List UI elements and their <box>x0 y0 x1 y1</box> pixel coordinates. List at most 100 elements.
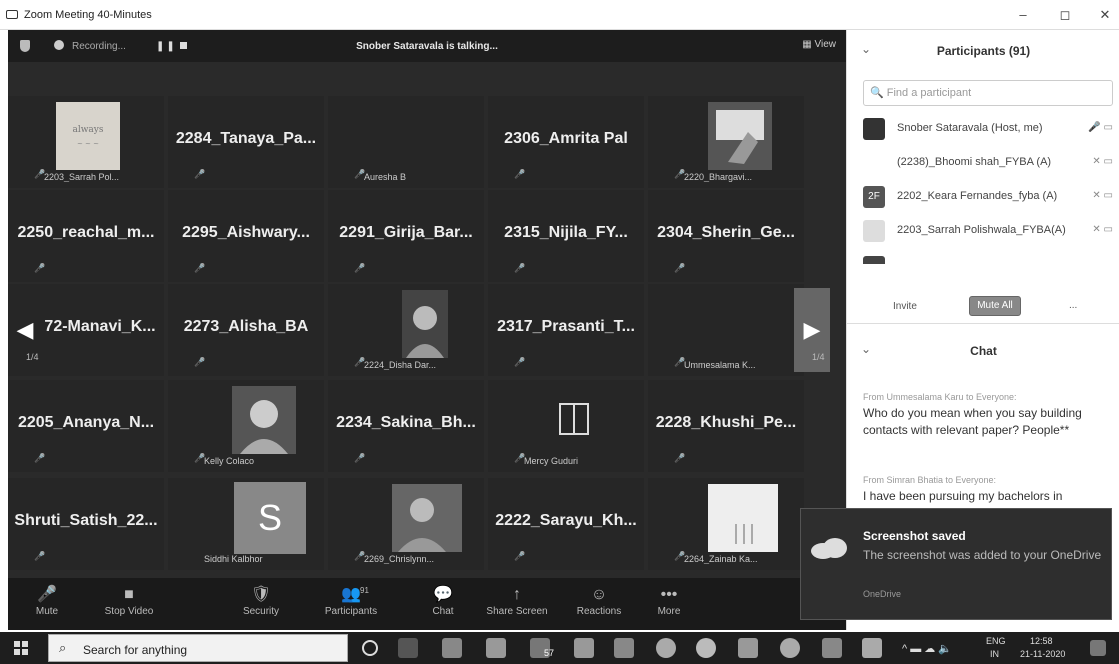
video-tile[interactable]: always ~ ~ ~ 🎤 2203_Sarrah Pol... <box>8 96 164 188</box>
participant-name: 2317_Prasanti_T... <box>497 318 635 335</box>
clock-time[interactable]: 12:58 <box>1030 636 1053 646</box>
participant-row[interactable]: 2203_Sarrah Polishwala_FYBA(A) ✕ ▭ <box>863 216 1113 246</box>
participant-search-input[interactable]: 🔍 Find a participant <box>863 80 1113 106</box>
video-tile[interactable]: 2228_Khushi_Pe... 🎤 <box>648 380 804 472</box>
participant-photo <box>402 290 448 358</box>
participants-header: ⌄ Participants (91) <box>847 38 1119 64</box>
share-screen-button[interactable]: ↑ Share Screen <box>482 584 552 617</box>
mail-badge: 57 <box>544 648 555 658</box>
participant-row[interactable]: 2F 2202_Keara Fernandes_fyba (A) ✕ ▭ <box>863 182 1113 212</box>
video-tile[interactable]: 2205_Ananya_N... 🎤 <box>8 380 164 472</box>
onedrive-notification[interactable]: Screenshot saved The screenshot was adde… <box>800 508 1112 620</box>
video-tile[interactable]: 2306_Amrita Pal 🎤 <box>488 96 644 188</box>
more-label: More <box>657 606 681 617</box>
store-icon[interactable] <box>486 638 506 658</box>
video-tile[interactable]: 🎤 Ummesalama K... <box>648 284 804 376</box>
taskbar-search-box[interactable]: ⌕ Search for anything <box>48 634 348 662</box>
close-button[interactable]: ✕ <box>1092 6 1118 24</box>
participant-name: 2315_Nijila_FY... <box>504 224 628 241</box>
search-placeholder: Find a participant <box>886 87 972 99</box>
mic-video-muted-icons[interactable]: ✕ ▭ <box>1092 224 1113 235</box>
browser-icon[interactable] <box>656 638 676 658</box>
video-tile[interactable]: 2222_Sarayu_Kh... 🎤 <box>488 478 644 570</box>
file-explorer-icon[interactable] <box>442 638 462 658</box>
more-options-button[interactable]: ... <box>1069 300 1077 311</box>
video-tile[interactable]: Shruti_Satish_22... 🎤 <box>8 478 164 570</box>
participants-count-badge: 91 <box>360 586 369 595</box>
language-bottom[interactable]: IN <box>990 649 999 659</box>
view-button[interactable]: ▦ View <box>802 39 836 50</box>
reactions-icon: ☺ <box>590 586 608 603</box>
video-tile[interactable]: 2295_Aishwary... 🎤 <box>168 190 324 282</box>
video-tile[interactable]: 🎤 Mercy Guduri <box>488 380 644 472</box>
app-icon-2[interactable] <box>780 638 800 658</box>
mic-video-icons[interactable]: 🎤 ▭ <box>1088 122 1113 133</box>
mic-video-muted-icons[interactable]: ✕ ▭ <box>1092 190 1113 201</box>
video-tile[interactable]: 🎤 Kelly Colaco <box>168 380 324 472</box>
system-tray-icons[interactable]: ^ ▬ ☁ 🔈 <box>902 642 952 655</box>
stop-video-button[interactable]: ■ Stop Video <box>94 584 164 617</box>
chat-message-sender: From Simran Bhatia to Everyone: <box>863 475 997 485</box>
app-icon[interactable] <box>574 638 594 658</box>
participant-name: Kelly Colaco <box>204 456 255 466</box>
chat-label: Chat <box>432 606 454 617</box>
more-button[interactable]: ••• More <box>634 584 704 617</box>
maximize-button[interactable]: ◻ <box>1052 6 1078 24</box>
video-tile[interactable]: 🎤 2269_Chrislynn... <box>328 478 484 570</box>
notification-source: OneDrive <box>863 589 902 599</box>
video-tile[interactable]: 2291_Girija_Bar... 🎤 <box>328 190 484 282</box>
participant-row-name: 2203_Sarrah Polishwala_FYBA(A) <box>897 224 1066 236</box>
video-tile[interactable]: 🎤 2224_Disha Dar... <box>328 284 484 376</box>
security-button[interactable]: 🛡 Security <box>226 584 296 617</box>
chat-button[interactable]: 💬 Chat <box>408 584 478 617</box>
cortana-icon[interactable] <box>362 640 378 656</box>
participants-button[interactable]: 👥 91 Participants <box>316 584 386 617</box>
zoom-taskbar-icon[interactable] <box>862 638 882 658</box>
video-tile[interactable]: 2315_Nijila_FY... 🎤 <box>488 190 644 282</box>
video-tile[interactable]: 🎤 Auresha B <box>328 96 484 188</box>
avatar: 2F <box>863 186 885 208</box>
excel-icon[interactable] <box>614 638 634 658</box>
video-tile[interactable]: 🎤 2264_Zainab Ka... <box>648 478 804 570</box>
mic-video-muted-icons[interactable]: ✕ ▭ <box>1092 156 1113 167</box>
participant-name: 72-Manavi_K... <box>44 318 156 335</box>
chat-header: ⌄ Chat <box>847 338 1119 364</box>
mic-muted-icon: 🎤 <box>194 357 206 367</box>
reactions-button[interactable]: ☺ Reactions <box>564 584 634 617</box>
window-title: Zoom Meeting 40-Minutes <box>24 9 152 21</box>
mute-button[interactable]: 🎤 Mute <box>12 584 82 617</box>
invite-button[interactable]: Invite <box>893 301 917 312</box>
video-tile[interactable]: 2234_Sakina_Bh... 🎤 <box>328 380 484 472</box>
task-view-icon[interactable] <box>398 638 418 658</box>
avatar <box>863 118 885 140</box>
mic-muted-icon: 🎤 <box>34 263 46 273</box>
clock-date[interactable]: 21-11-2020 <box>1020 649 1065 659</box>
participants-title: Participants (91) <box>936 44 1031 58</box>
mute-all-button[interactable]: Mute All <box>969 296 1021 316</box>
notifications-icon[interactable] <box>1090 640 1106 656</box>
video-tile[interactable]: 2284_Tanaya_Pa... 🎤 <box>168 96 324 188</box>
meeting-gallery: Recording... ❚❚ Snober Sataravala is tal… <box>8 30 846 630</box>
stop-video-label: Stop Video <box>104 606 154 617</box>
svg-text:always: always <box>72 125 103 135</box>
participant-row-partial[interactable] <box>863 252 1113 264</box>
video-tile[interactable]: 2273_Alisha_BA 🎤 <box>168 284 324 376</box>
video-tile[interactable]: S Siddhi Kalbhor <box>168 478 324 570</box>
participant-row[interactable]: (2238)_Bhoomi shah_FYBA (A) ✕ ▭ <box>863 148 1113 178</box>
participant-name: Shruti_Satish_22... <box>14 512 158 529</box>
app-icon-3[interactable] <box>822 638 842 658</box>
video-tile[interactable]: 🎤 2220_Bhargavi... <box>648 96 804 188</box>
participant-row[interactable]: Snober Sataravala (Host, me) 🎤 ▭ <box>863 114 1113 144</box>
windows-start-icon[interactable] <box>14 641 28 655</box>
minimize-button[interactable]: – <box>1010 6 1036 24</box>
calendar-icon[interactable] <box>738 638 758 658</box>
language-top[interactable]: ENG <box>986 636 1006 646</box>
participant-name: 2228_Khushi_Pe... <box>655 414 797 431</box>
chat-bubble-icon: 💬 <box>433 586 453 603</box>
video-tile[interactable]: 2250_reachal_m... 🎤 <box>8 190 164 282</box>
edge-icon[interactable] <box>696 638 716 658</box>
more-dots-icon: ••• <box>660 586 678 603</box>
video-tile[interactable]: 2317_Prasanti_T... 🎤 <box>488 284 644 376</box>
video-tile[interactable]: 2304_Sherin_Ge... 🎤 <box>648 190 804 282</box>
zoom-app-icon <box>6 10 18 19</box>
